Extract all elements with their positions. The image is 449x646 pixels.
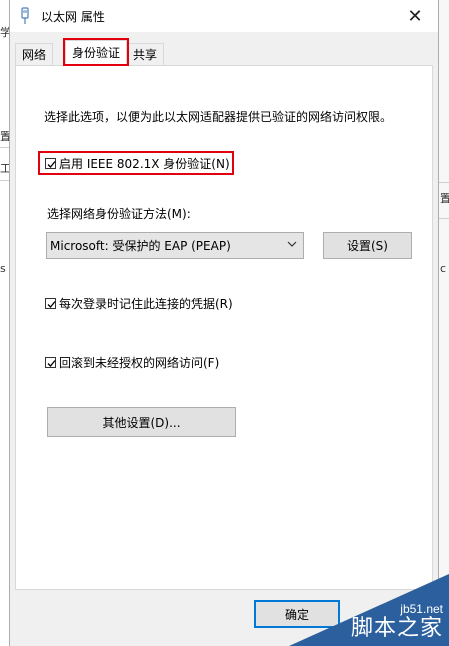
close-button[interactable]: ✕: [392, 0, 438, 32]
checkmark-icon: [47, 360, 56, 367]
fallback-unauthorized-checkbox[interactable]: 回滚到未经授权的网络访问(F): [45, 354, 219, 371]
checkbox-label: 启用 IEEE 802.1X 身份验证(N): [59, 157, 230, 171]
checkbox-box[interactable]: [45, 158, 56, 169]
title-bar[interactable]: 以太网 属性 ✕: [10, 0, 438, 32]
network-adapter-icon: [19, 7, 31, 25]
close-icon: ✕: [407, 5, 423, 27]
settings-button[interactable]: 设置(S): [323, 232, 412, 259]
background-window-right: 置 c: [439, 0, 449, 646]
tab-network[interactable]: 网络: [15, 43, 54, 65]
checkmark-icon: [47, 161, 56, 168]
tab-sharing[interactable]: 共享: [126, 43, 165, 65]
checkbox-label: 每次登录时记住此连接的凭据(R): [59, 297, 233, 311]
site-watermark: jb51.net 脚本之家: [283, 574, 449, 646]
tab-label: 网络: [22, 48, 47, 62]
checkbox-label: 回滚到未经授权的网络访问(F): [59, 356, 220, 370]
background-fragment: 置: [440, 192, 449, 205]
checkmark-icon: [47, 301, 56, 308]
tab-label: 共享: [133, 48, 158, 62]
properties-dialog: 以太网 属性 ✕ 网络 身份验证 共享 选择此选项，以便为此以太网适配器提供已验…: [9, 0, 439, 646]
enable-8021x-checkbox[interactable]: 启用 IEEE 802.1X 身份验证(N): [45, 155, 230, 172]
background-fragment: s: [0, 262, 6, 275]
background-fragment: c: [440, 262, 447, 275]
window-title: 以太网 属性: [41, 10, 105, 24]
tab-authentication[interactable]: 身份验证: [65, 40, 128, 66]
checkbox-box[interactable]: [45, 357, 56, 368]
checkbox-box[interactable]: [45, 298, 56, 309]
button-label: 设置(S): [347, 239, 388, 253]
method-label: 选择网络身份验证方法(M):: [47, 207, 191, 221]
background-divider: [439, 218, 449, 219]
tab-label: 身份验证: [72, 46, 121, 60]
button-label: 其他设置(D)...: [102, 415, 181, 430]
chevron-down-icon: [287, 241, 297, 247]
authentication-panel: 选择此选项，以便为此以太网适配器提供已验证的网络访问权限。 启用 IEEE 80…: [15, 65, 433, 590]
remember-credentials-checkbox[interactable]: 每次登录时记住此连接的凭据(R): [45, 295, 233, 312]
background-divider: [439, 182, 449, 183]
auth-method-select[interactable]: Microsoft: 受保护的 EAP (PEAP): [46, 232, 304, 259]
advanced-settings-button[interactable]: 其他设置(D)...: [47, 407, 236, 437]
select-value: Microsoft: 受保护的 EAP (PEAP): [50, 239, 231, 253]
description-text: 选择此选项，以便为此以太网适配器提供已验证的网络访问权限。: [44, 110, 393, 124]
watermark-text: 脚本之家: [350, 616, 443, 641]
